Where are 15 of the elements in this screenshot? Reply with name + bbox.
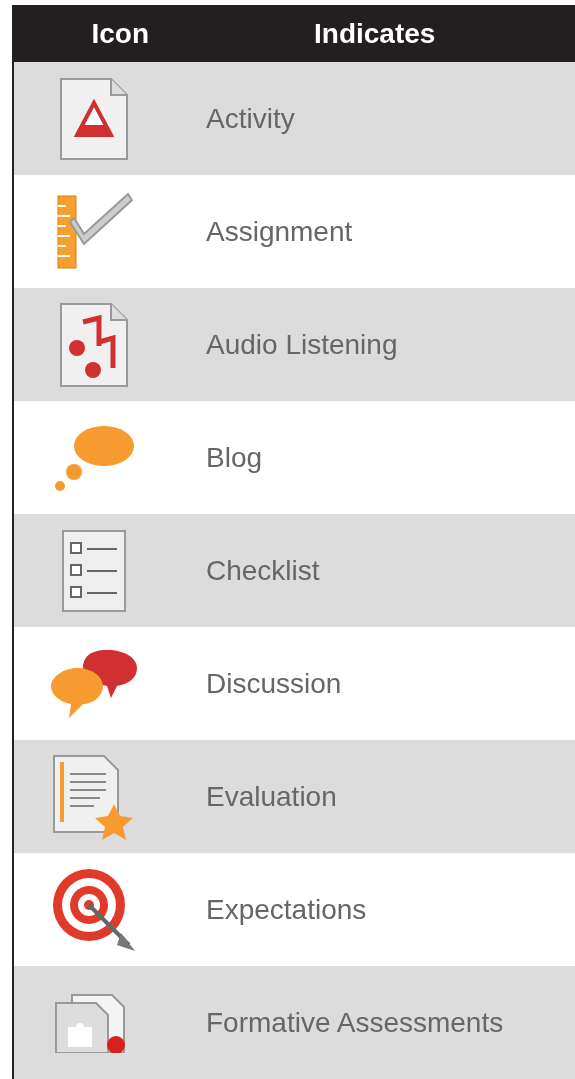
ruler-checkmark-icon xyxy=(54,191,134,272)
target-arrow-icon xyxy=(51,866,137,953)
row-label: Activity xyxy=(206,102,295,135)
row-label: Assignment xyxy=(206,215,353,248)
column-header: Icon xyxy=(90,17,149,50)
row-label: Checklist xyxy=(206,554,320,587)
checklist-icon xyxy=(61,528,127,613)
row-label: Expectations xyxy=(206,893,367,926)
column-header: Indicates xyxy=(314,17,436,50)
speech-bubbles-icon xyxy=(49,647,139,720)
row-label: Audio Listening xyxy=(206,328,398,361)
row-label: Discussion xyxy=(206,667,342,700)
row-label: Blog xyxy=(206,441,263,474)
row-label: Formative Assessments xyxy=(206,1006,504,1039)
row-label: Evaluation xyxy=(206,780,337,813)
